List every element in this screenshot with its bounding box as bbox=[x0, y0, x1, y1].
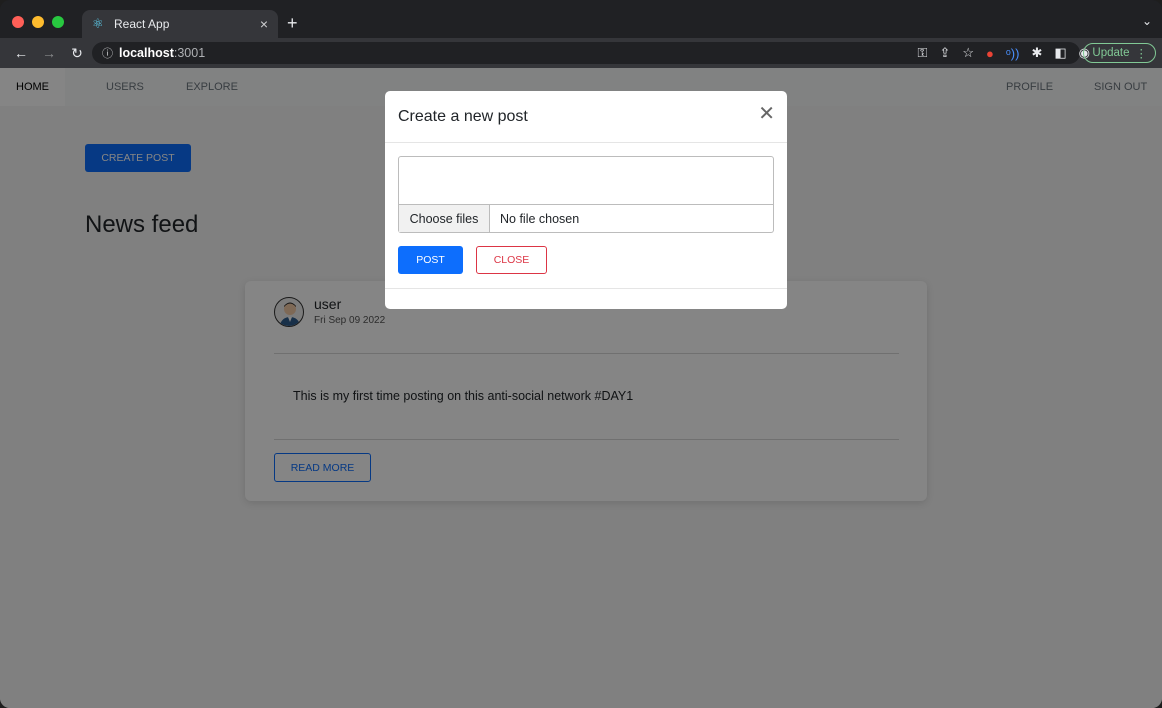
toolbar-icons: ⚿ ⇪ ☆ ● ᵒ)) ✱ ◧ ◉ bbox=[918, 38, 1090, 68]
browser-toolbar: ← → ↻ ⓘ localhost:3001 ⚿ ⇪ ☆ ● ᵒ)) ✱ ◧ ◉… bbox=[0, 38, 1162, 68]
modal-title: Create a new post bbox=[398, 108, 528, 125]
tab-search-chevron-icon[interactable]: ⌄ bbox=[1142, 14, 1152, 28]
browser-tab[interactable]: ⚛ React App × bbox=[82, 10, 278, 38]
tab-close-icon[interactable]: × bbox=[260, 16, 268, 32]
update-label: Update bbox=[1092, 47, 1130, 59]
extension-wave-icon[interactable]: ᵒ)) bbox=[1006, 46, 1020, 61]
extensions-puzzle-icon[interactable]: ✱ bbox=[1031, 45, 1042, 61]
tab-strip: ⚛ React App × + ⌄ bbox=[0, 0, 1162, 38]
site-info-icon[interactable]: ⓘ bbox=[102, 45, 113, 61]
back-arrow-icon[interactable]: ← bbox=[14, 45, 28, 61]
share-icon[interactable]: ⇪ bbox=[939, 45, 950, 61]
page-viewport: HOME USERS EXPLORE PROFILE SIGN OUT CREA… bbox=[0, 68, 1162, 708]
post-textarea[interactable] bbox=[398, 156, 774, 205]
close-window-button[interactable] bbox=[12, 16, 24, 28]
react-icon: ⚛ bbox=[92, 16, 104, 31]
bookmark-star-icon[interactable]: ☆ bbox=[962, 45, 974, 61]
tab-title: React App bbox=[114, 17, 170, 31]
choose-files-button[interactable]: Choose files bbox=[399, 205, 490, 232]
reload-icon[interactable]: ↻ bbox=[70, 45, 84, 62]
create-post-modal: Create a new post ✕ Choose files No file… bbox=[385, 91, 787, 309]
url-host: localhost bbox=[119, 46, 174, 60]
close-button[interactable]: CLOSE bbox=[476, 246, 547, 274]
divider bbox=[385, 142, 787, 143]
update-button[interactable]: Update ⋮ bbox=[1083, 43, 1156, 63]
divider bbox=[385, 288, 787, 289]
side-panel-icon[interactable]: ◧ bbox=[1054, 45, 1066, 61]
post-button[interactable]: POST bbox=[398, 246, 463, 274]
browser-window: ⚛ React App × + ⌄ ← → ↻ ⓘ localhost:3001… bbox=[0, 0, 1162, 708]
key-icon[interactable]: ⚿ bbox=[918, 45, 928, 61]
maximize-window-button[interactable] bbox=[52, 16, 64, 28]
window-controls bbox=[12, 16, 64, 28]
close-icon[interactable]: ✕ bbox=[758, 104, 775, 124]
file-input[interactable]: Choose files No file chosen bbox=[398, 205, 774, 233]
more-menu-icon[interactable]: ⋮ bbox=[1136, 46, 1148, 60]
extension-stop-icon[interactable]: ● bbox=[986, 46, 994, 61]
new-tab-button[interactable]: + bbox=[287, 13, 298, 34]
url-port: :3001 bbox=[173, 46, 206, 60]
file-status: No file chosen bbox=[500, 211, 580, 226]
forward-arrow-icon[interactable]: → bbox=[42, 45, 56, 61]
minimize-window-button[interactable] bbox=[32, 16, 44, 28]
